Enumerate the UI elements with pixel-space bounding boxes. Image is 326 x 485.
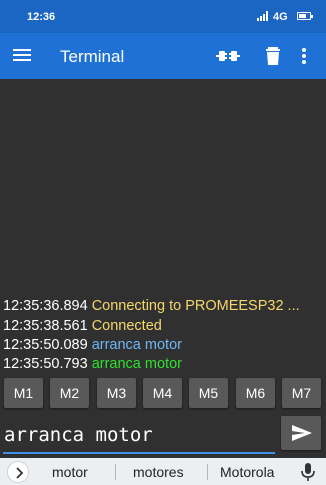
chevron-right-icon: [16, 467, 24, 479]
line-timestamp: 12:35:36.894: [3, 298, 88, 314]
macro-button-m3[interactable]: M3: [97, 378, 136, 408]
microphone-icon[interactable]: [299, 462, 317, 482]
terminal-output[interactable]: 12:35:36.894 Connecting to PROMEESP32 ..…: [0, 79, 326, 375]
macro-button-m2[interactable]: M2: [50, 378, 89, 408]
send-button[interactable]: [281, 416, 321, 450]
terminal-line: 12:35:38.561 Connected: [3, 318, 162, 334]
line-text: Connected: [91, 318, 162, 334]
macro-button-m5[interactable]: M5: [189, 378, 228, 408]
suggestion-item[interactable]: motores: [133, 464, 184, 480]
line-text: arranca motor: [91, 356, 182, 372]
macro-bar: M1 M2 M3 M4 M5 M6 M7: [0, 376, 326, 410]
page-title: Terminal: [60, 47, 125, 66]
line-text: Connecting to PROMEESP32 ...: [91, 298, 300, 314]
send-icon: [292, 425, 312, 441]
terminal-line: 12:35:36.894 Connecting to PROMEESP32 ..…: [3, 298, 300, 314]
suggestion-divider: [207, 464, 208, 480]
line-timestamp: 12:35:38.561: [3, 318, 88, 334]
line-timestamp: 12:35:50.793: [3, 356, 88, 372]
keyboard-suggestion-bar: motor motores Motorola: [0, 458, 326, 485]
terminal-line: 12:35:50.089 arranca motor: [3, 337, 182, 353]
suggestion-item[interactable]: Motorola: [220, 464, 274, 480]
status-time: 12:36: [27, 11, 56, 23]
network-type: 4G: [273, 11, 288, 23]
battery-level: [299, 14, 306, 18]
battery-icon: [297, 12, 313, 20]
status-bar: 12:36 4G: [0, 0, 326, 33]
input-row: [0, 412, 326, 458]
trash-icon[interactable]: [261, 45, 285, 67]
terminal-line: 12:35:50.793 arranca motor: [3, 356, 182, 372]
macro-button-m1[interactable]: M1: [4, 378, 43, 408]
connect-plug-icon[interactable]: [216, 45, 240, 67]
command-input[interactable]: [3, 418, 275, 454]
more-options-icon[interactable]: [296, 45, 312, 67]
line-text: arranca motor: [91, 337, 182, 353]
expand-suggestions-button[interactable]: [7, 461, 29, 483]
suggestion-item[interactable]: motor: [52, 464, 88, 480]
macro-button-m4[interactable]: M4: [143, 378, 182, 408]
line-timestamp: 12:35:50.089: [3, 337, 88, 353]
menu-icon[interactable]: [13, 46, 33, 66]
signal-icon: [257, 11, 268, 21]
app-bar: Terminal: [0, 33, 326, 79]
suggestion-divider: [115, 464, 116, 480]
macro-button-m6[interactable]: M6: [236, 378, 275, 408]
macro-button-m7[interactable]: M7: [282, 378, 321, 408]
